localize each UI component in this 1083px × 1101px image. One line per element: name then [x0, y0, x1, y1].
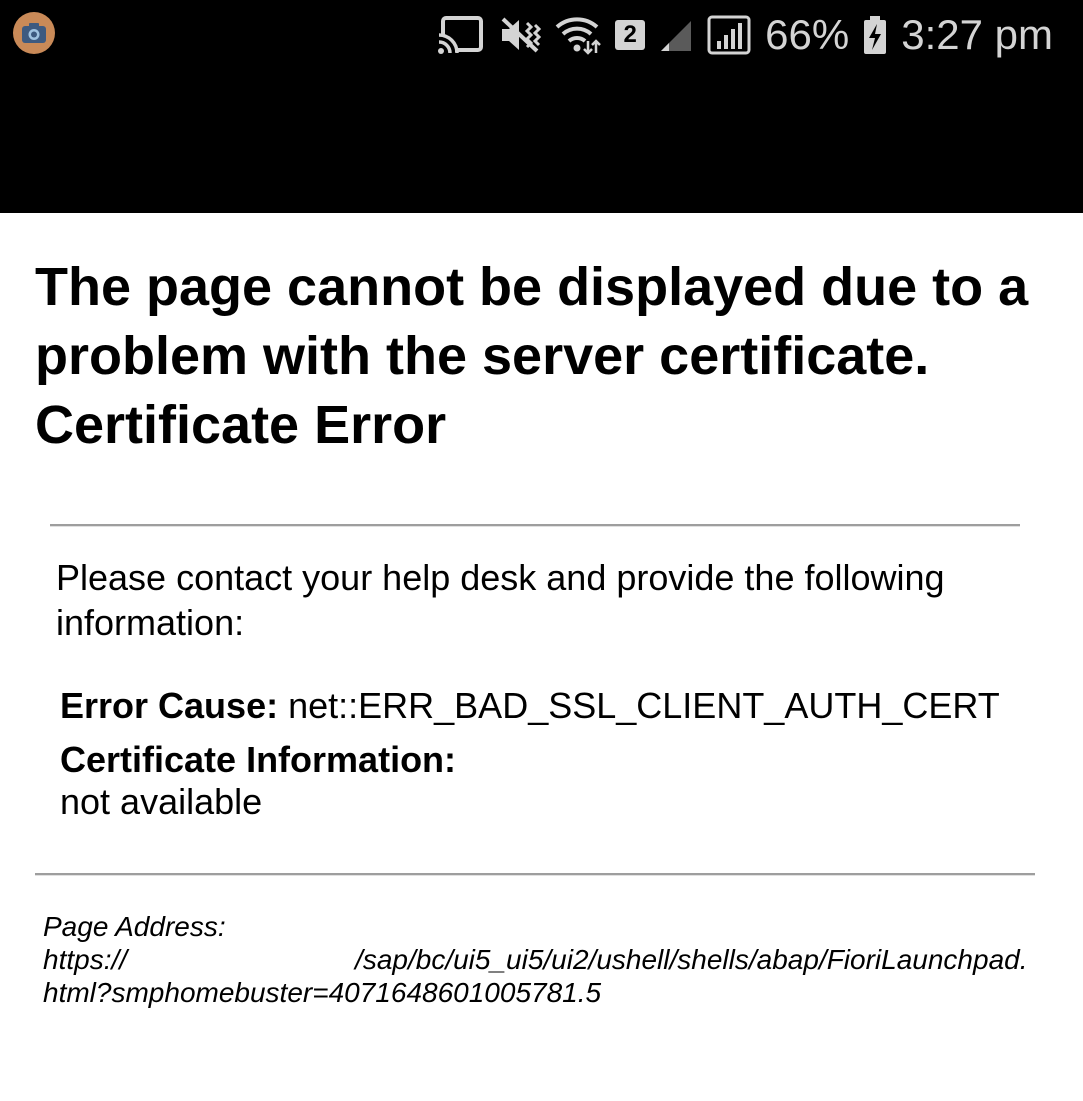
certificate-info-row: Certificate Information: not available: [60, 739, 1040, 823]
error-cause-row: Error Cause: net::ERR_BAD_SSL_CLIENT_AUT…: [60, 685, 1040, 727]
page-address-label: Page Address:: [43, 911, 226, 942]
error-details: Error Cause: net::ERR_BAD_SSL_CLIENT_AUT…: [60, 685, 1040, 823]
heading-title: Certificate Error: [35, 395, 447, 455]
cast-icon: [437, 15, 485, 55]
error-cause-label: Error Cause:: [60, 685, 279, 726]
wifi-icon: [555, 15, 602, 55]
signal-weak-icon: [659, 17, 693, 53]
sim-badge: 2: [615, 20, 646, 50]
page-address: Page Address: https:///sap/bc/ui5_ui5/ui…: [43, 910, 1033, 1009]
heading-message: The page cannot be displayed due to a pr…: [35, 257, 1029, 386]
signal-icon: [707, 15, 751, 55]
page-address-prefix: https://: [43, 944, 128, 975]
certificate-info-value: not available: [60, 781, 263, 822]
camera-icon[interactable]: [13, 12, 55, 54]
status-icons: 2 66% 3:27 pm: [437, 10, 1053, 60]
page-heading: The page cannot be displayed due to a pr…: [35, 253, 1045, 460]
divider-bottom: [35, 873, 1035, 876]
divider-top: [50, 524, 1020, 527]
status-bar: 2 66% 3:27 pm: [0, 0, 1083, 213]
error-cause-value: net::ERR_BAD_SSL_CLIENT_AUTH_CERT: [288, 685, 1000, 726]
certificate-info-label: Certificate Information:: [60, 739, 457, 780]
battery-percent: 66%: [765, 11, 850, 58]
help-desk-instruction: Please contact your help desk and provid…: [56, 557, 945, 643]
page-address-url[interactable]: https:///sap/bc/ui5_ui5/ui2/ushell/shell…: [43, 943, 1033, 1009]
clock: 3:27 pm: [901, 11, 1053, 58]
page-address-path: /sap/bc/ui5_ui5/ui2/ushell/shells/abap/F…: [43, 944, 1028, 1008]
battery-charging-icon: [863, 15, 887, 55]
vibrate-mute-icon: [499, 15, 542, 55]
